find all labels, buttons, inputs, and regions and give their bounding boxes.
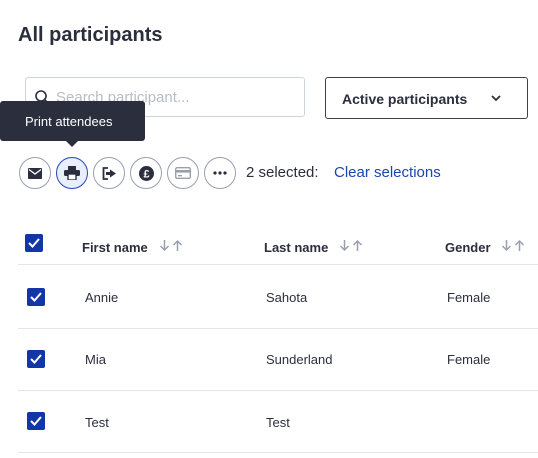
row-divider xyxy=(18,328,538,329)
payment-button[interactable]: £ xyxy=(130,157,162,189)
page-title: All participants xyxy=(18,24,163,46)
tooltip-text: Print attendees xyxy=(25,114,113,129)
email-button[interactable] xyxy=(19,157,51,189)
cell-gender: Female xyxy=(447,352,491,367)
printer-icon xyxy=(64,166,80,180)
checkmark-icon xyxy=(30,354,42,364)
svg-text:£: £ xyxy=(143,168,149,180)
sign-out-icon xyxy=(102,166,116,180)
checkmark-icon xyxy=(30,292,42,302)
sort-last-name[interactable] xyxy=(339,239,363,252)
ellipsis-icon xyxy=(213,171,227,175)
checkmark-icon xyxy=(30,416,42,426)
cell-first-name: Annie xyxy=(85,290,119,305)
pound-coin-icon: £ xyxy=(138,165,154,181)
cell-gender: Female xyxy=(447,290,491,305)
card-button[interactable] xyxy=(167,157,199,189)
sort-down-icon xyxy=(159,240,170,252)
row-checkbox[interactable] xyxy=(27,288,45,306)
sort-up-icon xyxy=(352,239,363,251)
checkmark-icon xyxy=(28,238,40,248)
chevron-down-icon xyxy=(491,95,501,102)
sort-gender[interactable] xyxy=(501,239,525,252)
cell-last-name: Sahota xyxy=(266,290,308,305)
cell-first-name: Test xyxy=(85,415,109,430)
credit-card-icon xyxy=(175,167,191,179)
column-header-first-name[interactable]: First name xyxy=(82,240,148,255)
sort-up-icon xyxy=(172,239,183,251)
filter-label: Active participants xyxy=(342,91,468,107)
cell-last-name: Sunderland xyxy=(266,352,333,367)
envelope-icon xyxy=(28,167,42,179)
tooltip-arrow xyxy=(66,141,78,147)
column-header-last-name[interactable]: Last name xyxy=(264,240,328,255)
sort-first-name[interactable] xyxy=(159,239,183,252)
cell-last-name: Test xyxy=(266,415,290,430)
selected-count: 2 selected: xyxy=(246,164,319,181)
sort-down-icon xyxy=(501,240,512,252)
row-checkbox[interactable] xyxy=(27,412,45,430)
cell-first-name: Mia xyxy=(85,352,106,367)
more-actions-button[interactable] xyxy=(204,157,236,189)
participant-filter-dropdown[interactable]: Active participants xyxy=(325,77,528,119)
column-header-gender[interactable]: Gender xyxy=(445,240,491,255)
export-button[interactable] xyxy=(93,157,125,189)
row-divider xyxy=(18,452,538,453)
clear-selections-link[interactable]: Clear selections xyxy=(334,164,441,181)
print-tooltip: Print attendees xyxy=(0,101,145,147)
print-button[interactable] xyxy=(56,157,88,189)
sort-down-icon xyxy=(339,240,350,252)
select-all-checkbox[interactable] xyxy=(25,234,43,252)
header-divider xyxy=(18,264,538,265)
row-checkbox[interactable] xyxy=(27,350,45,368)
sort-up-icon xyxy=(514,239,525,251)
row-divider xyxy=(18,390,538,391)
